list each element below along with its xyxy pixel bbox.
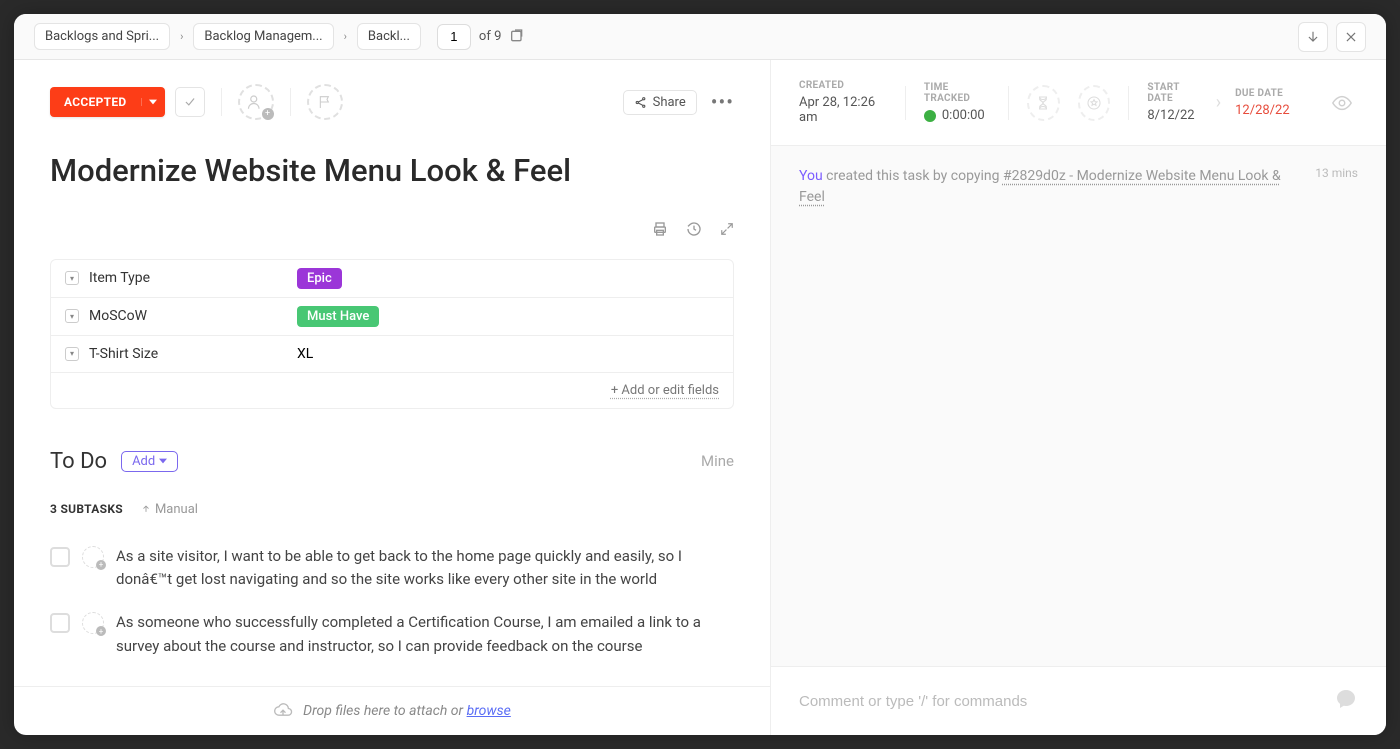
subtasks-count: 3 SUBTASKS — [50, 502, 123, 516]
field-row-tshirt[interactable]: ▾ T-Shirt Size XL — [51, 336, 733, 372]
play-indicator-icon[interactable] — [924, 110, 936, 122]
chevron-down-icon: ▾ — [65, 347, 79, 361]
dropzone[interactable]: Drop files here to attach or browse — [14, 686, 770, 735]
hourglass-button[interactable] — [1027, 85, 1060, 121]
status-button[interactable]: ACCEPTED — [50, 87, 165, 117]
assignee-button[interactable]: + — [238, 84, 274, 120]
page-total: of 9 — [479, 29, 501, 44]
field-value[interactable]: XL — [283, 338, 733, 370]
topbar: Backlogs and Spri... › Backlog Managem..… — [14, 14, 1386, 60]
chevron-down-icon: ▾ — [65, 309, 79, 323]
meta-start-date[interactable]: START DATE 8/12/22 — [1147, 82, 1201, 123]
add-edit-fields[interactable]: + Add or edit fields — [51, 372, 733, 408]
subtasks-header: 3 SUBTASKS Manual — [50, 502, 734, 517]
subtask-assign-icon[interactable] — [82, 612, 104, 634]
divider — [1128, 86, 1129, 120]
chevron-right-icon: › — [1216, 92, 1221, 113]
subtask-item[interactable]: As a site visitor, I want to be able to … — [50, 535, 734, 602]
pager: of 9 — [437, 24, 527, 50]
page-input[interactable] — [437, 24, 471, 50]
close-button[interactable] — [1336, 22, 1366, 52]
complete-button[interactable] — [175, 87, 205, 117]
badge-must-have: Must Have — [297, 306, 379, 327]
browse-link[interactable]: browse — [467, 703, 511, 719]
mine-toggle[interactable]: Mine — [701, 452, 734, 470]
subtask-checkbox[interactable] — [50, 613, 70, 633]
meta-bar: CREATED Apr 28, 12:26 am TIME TRACKED 0:… — [771, 60, 1386, 146]
chevron-down-icon: ▾ — [65, 271, 79, 285]
minimize-button[interactable] — [1298, 22, 1328, 52]
left-scroll[interactable]: ACCEPTED + — [14, 60, 770, 686]
chevron-right-icon: › — [344, 30, 347, 43]
breadcrumb-item-1[interactable]: Backlog Managem... — [193, 23, 333, 50]
flag-button[interactable] — [307, 84, 343, 120]
left-panel: ACCEPTED + — [14, 60, 771, 735]
field-label: ▾ Item Type — [51, 260, 283, 296]
meta-time-tracked[interactable]: TIME TRACKED 0:00:00 — [924, 82, 990, 123]
field-value[interactable]: Epic — [283, 260, 733, 297]
meta-due-date[interactable]: DUE DATE 12/28/22 — [1235, 88, 1290, 118]
subtasks-sort[interactable]: Manual — [141, 502, 198, 517]
chevron-right-icon: › — [180, 30, 183, 43]
subtask-checkbox[interactable] — [50, 547, 70, 567]
status-label: ACCEPTED — [50, 87, 141, 117]
open-new-icon[interactable] — [509, 28, 527, 46]
dropzone-text: Drop files here to attach or browse — [303, 703, 511, 719]
share-button[interactable]: Share — [623, 90, 697, 115]
subtask-item[interactable]: As someone who successfully completed a … — [50, 601, 734, 668]
activity-feed: You created this task by copying #2829d0… — [771, 146, 1386, 666]
star-button[interactable] — [1078, 85, 1111, 121]
todo-section-head: To Do Add Mine — [50, 449, 734, 474]
field-row-item-type[interactable]: ▾ Item Type Epic — [51, 260, 733, 298]
field-label: ▾ MoSCoW — [51, 298, 283, 334]
todo-title: To Do — [50, 449, 107, 474]
custom-fields: ▾ Item Type Epic ▾ MoSCoW Must Have — [50, 259, 734, 409]
watch-button[interactable] — [1326, 85, 1358, 121]
comment-input[interactable] — [799, 693, 1322, 710]
subtask-assign-icon[interactable] — [82, 546, 104, 568]
expand-icon[interactable] — [720, 221, 734, 241]
send-icon[interactable] — [1334, 687, 1358, 715]
task-toolbar: ACCEPTED + — [50, 84, 734, 120]
field-row-moscow[interactable]: ▾ MoSCoW Must Have — [51, 298, 733, 336]
history-icon[interactable] — [686, 221, 702, 241]
breadcrumb: Backlogs and Spri... › Backlog Managem..… — [34, 23, 527, 50]
share-label: Share — [653, 95, 686, 110]
breadcrumb-item-2[interactable]: Backl... — [357, 23, 421, 50]
field-label: ▾ T-Shirt Size — [51, 336, 283, 372]
divider — [221, 88, 222, 116]
modal-body: ACCEPTED + — [14, 60, 1386, 735]
divider — [290, 88, 291, 116]
toolbar-right: Share ••• — [623, 90, 734, 115]
breadcrumb-item-0[interactable]: Backlogs and Spri... — [34, 23, 170, 50]
more-button[interactable]: ••• — [711, 90, 734, 114]
right-panel: CREATED Apr 28, 12:26 am TIME TRACKED 0:… — [771, 60, 1386, 735]
badge-epic: Epic — [297, 268, 342, 289]
subtask-text: As someone who successfully completed a … — [116, 611, 734, 658]
meta-created: CREATED Apr 28, 12:26 am — [799, 80, 887, 125]
add-todo-button[interactable]: Add — [121, 451, 178, 472]
activity-time: 13 mins — [1315, 166, 1358, 180]
field-value[interactable]: Must Have — [283, 298, 733, 335]
task-modal: Backlogs and Spri... › Backlog Managem..… — [14, 14, 1386, 735]
task-title[interactable]: Modernize Website Menu Look & Feel — [50, 152, 734, 191]
title-actions — [50, 221, 734, 241]
status-dropdown-icon[interactable] — [141, 98, 165, 106]
activity-text: You created this task by copying #2829d0… — [799, 166, 1295, 208]
print-icon[interactable] — [652, 221, 668, 241]
window-buttons — [1298, 22, 1366, 52]
subtask-text: As a site visitor, I want to be able to … — [116, 545, 734, 592]
activity-item: You created this task by copying #2829d0… — [799, 166, 1358, 208]
comment-box — [771, 666, 1386, 735]
divider — [1008, 86, 1009, 120]
divider — [905, 86, 906, 120]
